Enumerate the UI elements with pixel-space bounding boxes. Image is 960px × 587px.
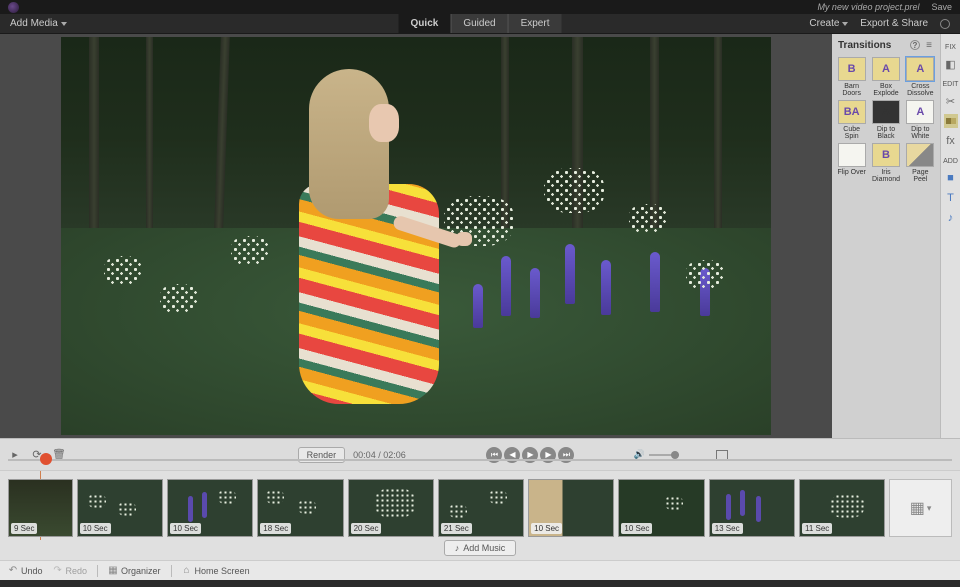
transition-cube-spin[interactable]: BACube Spin <box>836 100 867 140</box>
separator <box>97 565 98 577</box>
transition-box-explode[interactable]: ABox Explode <box>870 57 901 97</box>
video-preview[interactable] <box>61 37 771 435</box>
clip[interactable]: 10 Sec <box>77 479 163 537</box>
help-icon[interactable]: ? <box>910 40 920 50</box>
organizer-icon: ▦ <box>108 566 118 576</box>
adjust-icon[interactable]: ◧ <box>944 57 958 71</box>
titles-icon[interactable]: ■ <box>944 171 958 185</box>
volume-slider[interactable] <box>649 454 679 456</box>
preview-area <box>0 34 832 438</box>
music-icon[interactable]: ♪ <box>944 211 958 225</box>
rail-edit-label: EDIT <box>943 81 959 88</box>
panel-header: Transitions ? ≡ <box>836 38 936 57</box>
clip[interactable]: 10 Sec <box>528 479 614 537</box>
home-icon: ⌂ <box>182 566 192 576</box>
panel-menu-icon[interactable]: ≡ <box>924 40 934 51</box>
separator <box>171 565 172 577</box>
chevron-down-icon <box>842 22 848 26</box>
timeline-ruler[interactable] <box>8 459 952 463</box>
rail-fix-label: FIX <box>945 44 956 51</box>
rail-add-label: ADD <box>943 158 958 165</box>
titlebar: My new video project.prel Save <box>0 0 960 14</box>
transition-iris-diamond[interactable]: BIris Diamond <box>870 143 901 183</box>
chevron-down-icon <box>61 22 67 26</box>
transitions-grid: BBarn Doors ABox Explode ACross Dissolve… <box>836 57 936 183</box>
tab-quick[interactable]: Quick <box>399 14 451 33</box>
transition-barn-doors[interactable]: BBarn Doors <box>836 57 867 97</box>
clip[interactable]: 11 Sec <box>799 479 885 537</box>
organizer-button[interactable]: ▦Organizer <box>108 566 161 576</box>
tab-guided[interactable]: Guided <box>450 14 507 33</box>
fullscreen-button[interactable] <box>716 450 728 460</box>
footer: ↶Undo ↷Redo ▦Organizer ⌂Home Screen <box>0 560 960 580</box>
transition-flip-over[interactable]: Flip Over <box>836 143 867 183</box>
gear-icon[interactable] <box>940 19 950 29</box>
main-area: Transitions ? ≡ BBarn Doors ABox Explode… <box>0 34 960 438</box>
add-media-label: Add Media <box>10 18 58 29</box>
home-screen-button[interactable]: ⌂Home Screen <box>182 566 250 576</box>
text-icon[interactable]: T <box>944 191 958 205</box>
export-share-button[interactable]: Export & Share <box>860 18 928 29</box>
clip[interactable]: 13 Sec <box>709 479 795 537</box>
undo-button[interactable]: ↶Undo <box>8 566 43 576</box>
tools-icon[interactable]: ✂ <box>944 94 958 108</box>
playback-controls: ▸ ⟳ 🗑 Render 00:04 / 02:06 ⏮ ◀ ▶ ▶ ⏭ 🔊 <box>0 438 960 470</box>
clip[interactable]: 20 Sec <box>348 479 434 537</box>
add-music-button[interactable]: ♪Add Music <box>444 540 517 556</box>
clip[interactable]: 9 Sec <box>8 479 73 537</box>
transition-page-peel[interactable]: Page Peel <box>905 143 936 183</box>
clip[interactable]: 10 Sec <box>618 479 704 537</box>
save-button[interactable]: Save <box>931 2 952 12</box>
mode-tabs: Quick Guided Expert <box>399 14 562 33</box>
create-button[interactable]: Create <box>809 18 848 29</box>
effects-icon[interactable]: fx <box>944 134 958 148</box>
timeline: 9 Sec 10 Sec 10 Sec 18 Sec 20 Sec 21 Sec… <box>0 470 960 560</box>
modebar: Add Media Quick Guided Expert Create Exp… <box>0 14 960 34</box>
redo-icon: ↷ <box>53 566 63 576</box>
right-panel: Transitions ? ≡ BBarn Doors ABox Explode… <box>832 34 960 438</box>
header-actions: Create Export & Share <box>799 18 960 29</box>
clip[interactable]: 18 Sec <box>257 479 343 537</box>
time-display: 00:04 / 02:06 <box>353 450 406 460</box>
transition-cross-dissolve[interactable]: ACross Dissolve <box>905 57 936 97</box>
transition-dip-to-white[interactable]: ADip to White <box>905 100 936 140</box>
app-icon <box>8 2 19 13</box>
playhead[interactable] <box>40 453 52 465</box>
add-media-button[interactable]: Add Media <box>0 18 77 29</box>
project-name: My new video project.prel <box>817 2 919 12</box>
add-clip-button[interactable]: ▦▾ <box>889 479 952 537</box>
tab-expert[interactable]: Expert <box>508 14 562 33</box>
music-icon: ♪ <box>455 543 460 553</box>
redo-button[interactable]: ↷Redo <box>53 566 88 576</box>
clip[interactable]: 21 Sec <box>438 479 524 537</box>
undo-icon: ↶ <box>8 566 18 576</box>
clip[interactable]: 10 Sec <box>167 479 253 537</box>
panel-title: Transitions <box>838 40 891 51</box>
transition-dip-to-black[interactable]: ADip to Black <box>870 100 901 140</box>
tool-rail: FIX ◧ EDIT ✂ fx ADD ■ T ♪ <box>940 34 960 438</box>
transitions-icon[interactable] <box>944 114 958 128</box>
